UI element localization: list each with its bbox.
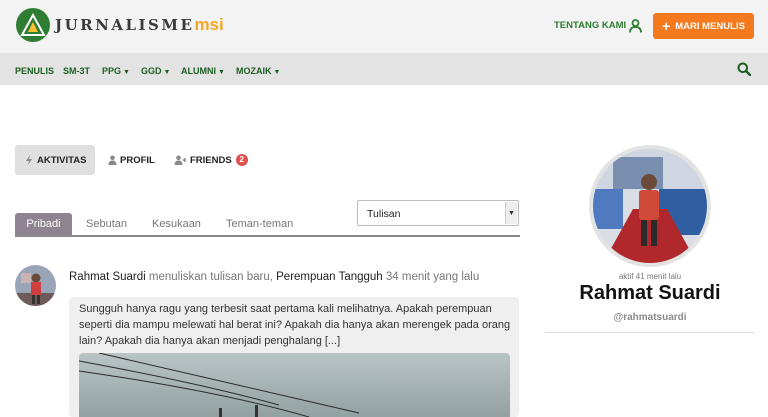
subtab-teman[interactable]: Teman-teman	[226, 213, 293, 235]
post-image[interactable]	[79, 353, 510, 417]
tab-label: FRIENDS	[190, 154, 232, 166]
nav-penulis[interactable]: PENULIS	[15, 66, 54, 76]
subtab-sebutan[interactable]: Sebutan	[86, 213, 127, 235]
profile-photo[interactable]	[593, 149, 707, 263]
post-title-link[interactable]: Perempuan Tangguh	[276, 271, 383, 283]
author-avatar[interactable]	[15, 265, 56, 306]
last-active-time: aktif 41 menit lalu	[618, 272, 682, 281]
activity-filter-select[interactable]: Tulisan ▼	[357, 200, 519, 226]
logo-emblem-icon	[16, 8, 50, 42]
nav-sm3t[interactable]: SM-3T	[63, 66, 90, 76]
nav-label: GGD	[141, 66, 162, 76]
add-friend-icon	[174, 155, 187, 165]
post-excerpt: Sungguh hanya ragu yang terbesit saat pe…	[79, 303, 511, 347]
plus-icon: +	[662, 18, 671, 34]
caret-down-icon: ▼	[273, 69, 281, 76]
about-link[interactable]: TENTANG KAMI	[554, 20, 626, 31]
user-icon	[108, 155, 117, 165]
tab-friends[interactable]: FRIENDS 2	[174, 145, 248, 175]
site-name: JURNALISMEmsi	[55, 15, 224, 35]
profile-name: Rahmat Suardi	[579, 282, 721, 304]
tab-activity[interactable]: AKTIVITAS	[15, 145, 95, 175]
nav-label: PENULIS	[15, 66, 55, 76]
nav-label: PPG	[102, 66, 122, 76]
profile-handle: @rahmatsuardi	[613, 312, 687, 323]
write-button-label: MARI MENULIS	[675, 20, 745, 32]
site-logo[interactable]: JURNALISMEmsi	[16, 8, 224, 42]
tab-label: AKTIVITAS	[37, 154, 87, 166]
nav-label: ALUMNI	[181, 66, 216, 76]
site-name-accent: msi	[194, 15, 224, 34]
nav-label: SM-3T	[63, 66, 90, 76]
caret-down-icon: ▼	[218, 69, 225, 76]
user-account-icon[interactable]	[629, 19, 642, 38]
nav-mozaik[interactable]: MOZAIK ▼	[236, 66, 280, 76]
profile-divider	[545, 332, 755, 333]
activity-line: Rahmat Suardi menuliskan tulisan baru, P…	[69, 271, 479, 283]
nav-alumni[interactable]: ALUMNI ▼	[181, 66, 225, 76]
search-icon[interactable]	[737, 62, 752, 81]
tab-profile[interactable]: PROFIL	[108, 145, 155, 175]
write-button[interactable]: + MARI MENULIS	[653, 13, 754, 39]
site-name-main: JURNALISME	[55, 16, 195, 34]
filter-selected-value: Tulisan	[367, 208, 401, 220]
activity-time: 34 menit yang lalu	[382, 271, 480, 283]
activity-action: menuliskan tulisan baru,	[145, 271, 277, 283]
nav-label: MOZAIK	[236, 66, 272, 76]
subtab-pribadi[interactable]: Pribadi	[15, 213, 72, 235]
author-link[interactable]: Rahmat Suardi	[69, 271, 146, 283]
nav-ppg[interactable]: PPG ▼	[102, 66, 130, 76]
caret-down-icon: ▼	[123, 69, 130, 76]
tab-label: PROFIL	[120, 154, 155, 166]
subtab-kesukaan[interactable]: Kesukaan	[152, 213, 201, 235]
nav-ggd[interactable]: GGD ▼	[141, 66, 170, 76]
friends-count-badge: 2	[235, 154, 248, 166]
caret-down-icon: ▼	[163, 69, 171, 76]
dropdown-arrow-icon: ▼	[505, 202, 517, 224]
bolt-icon	[26, 155, 32, 165]
